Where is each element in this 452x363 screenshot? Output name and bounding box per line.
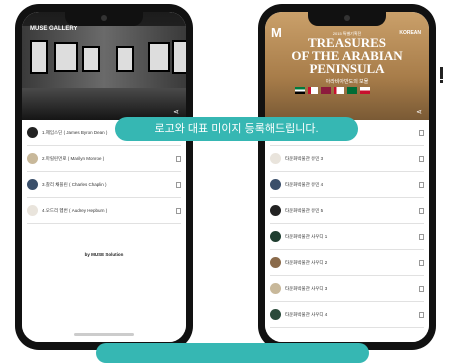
list-item[interactable]: 타운화박물관 유민 5	[270, 198, 424, 224]
flag-icon	[295, 87, 305, 94]
list-item-label: 타운화박물관 사우디 3	[285, 285, 328, 291]
document-icon[interactable]	[176, 207, 181, 214]
list-item-label: 타운화박물관 유민 5	[285, 207, 324, 213]
document-icon[interactable]	[419, 233, 424, 240]
artifact-thumbnail	[270, 283, 281, 294]
gallery-frame	[30, 40, 48, 74]
gallery-floor	[22, 88, 186, 120]
artwork-thumbnail	[27, 205, 38, 216]
callout-pill	[96, 343, 369, 363]
share-icon[interactable]: ⋖	[173, 108, 179, 116]
artifact-thumbnail	[270, 153, 281, 164]
artifact-thumbnail	[270, 205, 281, 216]
document-icon[interactable]	[176, 155, 181, 162]
exhibition-title-korean: 아라비아반도의 보물	[325, 79, 369, 85]
list-item-label: 타운화박물관 유민 4	[285, 181, 324, 187]
list-item-label: 2.마릴린먼로 ( Marilyn Monroe )	[42, 155, 105, 161]
gallery-frame	[148, 42, 170, 72]
gallery-frame	[116, 46, 134, 72]
list-item[interactable]: 타운화박물관 사우디 1	[270, 224, 424, 250]
list-item[interactable]: 타운화박물관 사우디 2	[270, 250, 424, 276]
camera-icon	[344, 15, 350, 21]
phone-notch	[308, 12, 386, 26]
phone-notch	[65, 12, 143, 26]
document-icon[interactable]	[419, 285, 424, 292]
list-item-label: 타운화박물관 유민 3	[285, 155, 324, 161]
document-icon[interactable]	[419, 207, 424, 214]
list-item-label: 4.오드리 헵번 ( Audrey Hepburn )	[42, 207, 108, 213]
gallery-frame	[82, 46, 100, 72]
list-item[interactable]: 타운화박물관 유민 4	[270, 172, 424, 198]
flag-icon	[360, 87, 370, 94]
camera-icon	[101, 15, 107, 21]
mark-glyph	[440, 80, 443, 83]
artwork-list: 1.제임스딘 ( James Byron Dean ) 2.마릴린먼로 ( Ma…	[22, 120, 186, 342]
list-item-label: 3.찰리 채플린 ( Charles Chaplin )	[42, 181, 107, 187]
artwork-thumbnail	[27, 127, 38, 138]
list-item[interactable]: 타운화박물관 유민 3	[270, 146, 424, 172]
flag-icon	[347, 87, 357, 94]
artifact-list: 타운화박물관 유민 2 타운화박물관 유민 3 타운화박물관 유민 4 타운화박…	[265, 120, 429, 342]
left-phone-mockup: MUSE GALLERY ⋖ 1.제임스딘 ( James Byron Dean…	[15, 4, 193, 350]
list-item[interactable]: 3.찰리 채플린 ( Charles Chaplin )	[27, 172, 181, 198]
artwork-thumbnail	[27, 179, 38, 190]
left-phone-screen: MUSE GALLERY ⋖ 1.제임스딘 ( James Byron Dean…	[22, 12, 186, 342]
gallery-frame	[172, 40, 186, 74]
document-icon[interactable]	[419, 155, 424, 162]
flag-icon	[321, 87, 331, 94]
mark-glyph	[440, 67, 443, 79]
artifact-thumbnail	[270, 309, 281, 320]
document-icon[interactable]	[419, 129, 424, 136]
exhibition-title: TREASURES OF THE ARABIAN PENINSULA	[265, 36, 429, 75]
callout-banner: 로고와 대표 미이지 등록해드립니다.	[115, 117, 358, 141]
share-icon[interactable]: ⋖	[416, 108, 422, 116]
byline: by MUSE Solution	[84, 252, 124, 257]
gallery-frame	[54, 42, 78, 72]
document-icon[interactable]	[419, 311, 424, 318]
flag-row	[295, 87, 370, 94]
list-item[interactable]: 타운화박물관 사우디 3	[270, 276, 424, 302]
artwork-thumbnail	[27, 153, 38, 164]
document-icon[interactable]	[176, 181, 181, 188]
exhibition-title-line: PENINSULA	[309, 61, 385, 76]
list-item-label: 타운화박물관 사우디 1	[285, 233, 328, 239]
artifact-thumbnail	[270, 179, 281, 190]
document-icon[interactable]	[419, 181, 424, 188]
gallery-hero-image: MUSE GALLERY ⋖	[22, 12, 186, 120]
list-item[interactable]: 2.마릴린먼로 ( Marilyn Monroe )	[27, 146, 181, 172]
list-item[interactable]: 타운화박물관 사우디 4	[270, 302, 424, 328]
list-item-label: 타운화박물관 사우디 2	[285, 259, 328, 265]
document-icon[interactable]	[419, 259, 424, 266]
home-indicator	[74, 333, 134, 336]
list-item[interactable]: 4.오드리 헵번 ( Audrey Hepburn )	[27, 198, 181, 224]
flag-icon	[334, 87, 344, 94]
list-item-label: 타운화박물관 사우디 4	[285, 311, 328, 317]
flag-icon	[308, 87, 318, 94]
right-phone-mockup: M KOREAN 2015 특별기획전 TREASURES OF THE ARA…	[258, 4, 436, 350]
artifact-thumbnail	[270, 257, 281, 268]
artifact-thumbnail	[270, 231, 281, 242]
right-phone-screen: M KOREAN 2015 특별기획전 TREASURES OF THE ARA…	[265, 12, 429, 342]
gallery-brand: MUSE GALLERY	[30, 26, 78, 32]
exhibition-hero-image: M KOREAN 2015 특별기획전 TREASURES OF THE ARA…	[265, 12, 429, 120]
